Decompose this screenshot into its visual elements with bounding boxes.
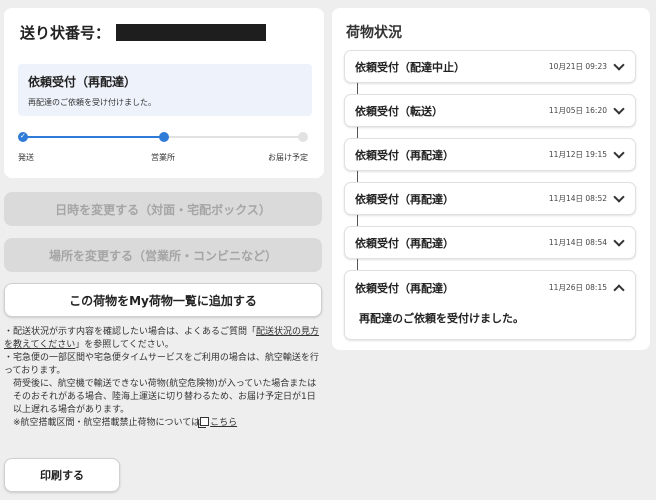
chevron-down-icon[interactable] — [613, 234, 625, 247]
history-item-status: 依頼受付（再配達） — [355, 192, 454, 206]
history-item[interactable]: 依頼受付（配達中止） 10月21日 09:23 — [344, 50, 636, 83]
tracking-card: 送り状番号： 依頼受付（再配達） 再配達のご依頼を受け付けました。 発送 営業所… — [4, 8, 324, 178]
change-place-button[interactable]: 場所を変更する（営業所・コンビニなど） — [4, 238, 322, 272]
current-status-title: 依頼受付（再配達） — [28, 75, 137, 89]
progress-fill — [22, 136, 163, 138]
history-item-status: 依頼受付（再配達） — [355, 148, 454, 162]
note-1-text: ・配送状況が示す内容を確認したい場合は、よくあるご質問「 — [4, 327, 257, 337]
external-link-icon — [198, 417, 210, 428]
tracking-number-label: 送り状番号： — [20, 24, 111, 42]
chevron-down-icon[interactable] — [613, 58, 625, 71]
history-item-time: 11月14日 08:52 — [548, 194, 607, 203]
history-item-time: 11月05日 16:20 — [548, 106, 607, 115]
note-1: ・配送状況が示す内容を確認したい場合は、よくあるご質問「配送状況の見方を教えてく… — [4, 326, 322, 352]
history-item[interactable]: 依頼受付（再配達） 11月12日 19:15 — [344, 138, 636, 171]
history-item-detail: 再配達のご依頼を受付けました。 — [359, 312, 524, 325]
notes: ・配送状況が示す内容を確認したい場合は、よくあるご質問「配送状況の見方を教えてく… — [4, 326, 322, 430]
history-panel: 荷物状況 依頼受付（配達中止） 10月21日 09:23 依頼受付（転送） 11月05… — [332, 8, 650, 350]
history-item-time: 11月12日 19:15 — [548, 150, 607, 159]
history-item-time: 11月26日 08:15 — [548, 283, 607, 292]
note-2: ・宅急便の一部区間や宅急便タイムサービスをご利用の場合は、航空輸送を行っておりま… — [4, 353, 319, 376]
history-item-status: 依頼受付（再配達） — [355, 236, 454, 250]
print-button[interactable]: 印刷する — [4, 458, 120, 492]
history-item-status: 依頼受付（配達中止） — [355, 60, 465, 74]
note-4: ※航空搭載区間・航空搭載禁止荷物については こちら — [4, 417, 322, 430]
step-label-delivery: お届け予定 — [268, 153, 308, 162]
note-3: 荷受後に、航空機で輸送できない荷物(航空危険物)が入っていた場合またはそのおそれ… — [13, 379, 317, 415]
step-label-shipped: 発送 — [18, 153, 34, 162]
note-4-text: ※航空搭載区間・航空搭載禁止荷物については — [13, 418, 201, 428]
tracking-number-redacted — [116, 24, 267, 41]
chevron-down-icon[interactable] — [613, 102, 625, 115]
current-status-description: 再配達のご依頼を受け付けました。 — [28, 98, 156, 107]
history-item-time: 10月21日 09:23 — [548, 62, 607, 71]
change-date-button[interactable]: 日時を変更する（対面・宅配ボックス） — [4, 192, 322, 226]
step-delivery-dot — [298, 132, 308, 142]
left-column: 送り状番号： 依頼受付（再配達） 再配達のご依頼を受け付けました。 発送 営業所… — [4, 8, 324, 317]
add-to-my-list-button[interactable]: この荷物をMy荷物一覧に追加する — [4, 283, 322, 317]
history-item-status: 依頼受付（転送） — [355, 104, 443, 118]
chevron-down-icon[interactable] — [613, 146, 625, 159]
history-item[interactable]: 依頼受付（再配達） 11月14日 08:52 — [344, 182, 636, 215]
air-cargo-link[interactable]: こちら — [210, 418, 237, 428]
history-item-time: 11月14日 08:54 — [548, 238, 607, 247]
history-item[interactable]: 依頼受付（再配達） 11月26日 08:15 再配達のご依頼を受付けました。 — [344, 270, 636, 340]
history-title: 荷物状況 — [346, 25, 402, 41]
history-item[interactable]: 依頼受付（再配達） 11月14日 08:54 — [344, 226, 636, 259]
note-1-text-end: 」を参照してください。 — [75, 340, 174, 350]
history-item-status: 依頼受付（再配達） — [355, 281, 454, 295]
current-status-box: 依頼受付（再配達） 再配達のご依頼を受け付けました。 — [18, 64, 312, 116]
step-label-office: 営業所 — [151, 153, 175, 162]
chevron-down-icon[interactable] — [613, 190, 625, 203]
tracking-number-heading: 送り状番号： — [20, 22, 308, 43]
chevron-up-icon[interactable] — [613, 283, 625, 296]
delivery-progress: 発送 営業所 お届け予定 — [18, 132, 308, 172]
history-item[interactable]: 依頼受付（転送） 11月05日 16:20 — [344, 94, 636, 127]
step-office-dot — [159, 132, 169, 142]
step-shipped-check-icon — [18, 132, 28, 142]
